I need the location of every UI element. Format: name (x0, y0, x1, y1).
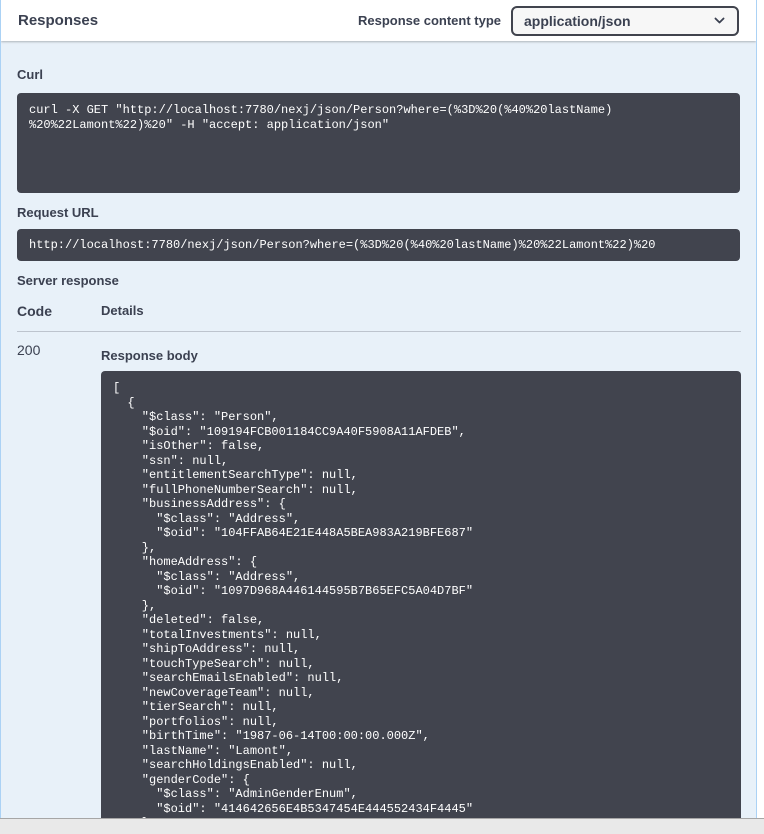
response-content-type-select[interactable]: application/json (511, 6, 739, 36)
code-column-header: Code (17, 303, 101, 319)
response-code: 200 (17, 332, 101, 818)
content-type-control: Response content type application/json (358, 6, 739, 36)
responses-content: Curl curl -X GET "http://localhost:7780/… (1, 41, 756, 818)
details-column-header: Details (101, 303, 741, 319)
curl-command-box: curl -X GET "http://localhost:7780/nexj/… (17, 93, 740, 193)
response-body-label: Response body (101, 348, 741, 363)
content-type-label: Response content type (358, 13, 501, 28)
chevron-down-icon (713, 14, 726, 27)
server-response-table: Code Details 200 Response body [ { "$cla… (17, 303, 740, 818)
responses-opblock: Responses Response content type applicat… (0, 0, 757, 818)
responses-section-header: Responses Response content type applicat… (1, 0, 756, 41)
responses-title: Responses (18, 12, 98, 29)
request-url-label: Request URL (17, 205, 740, 221)
content-type-selected-value: application/json (524, 13, 631, 29)
server-response-title: Server response (17, 273, 740, 289)
request-url-box: http://localhost:7780/nexj/json/Person?w… (17, 229, 740, 261)
curl-command-text: curl -X GET "http://localhost:7780/nexj/… (29, 103, 728, 133)
bottom-strip (0, 818, 764, 834)
curl-label: Curl (17, 67, 740, 83)
swagger-responses-page: Responses Response content type applicat… (0, 0, 764, 834)
response-details-cell: Response body [ { "$class": "Person", "$… (101, 332, 741, 818)
request-url-text: http://localhost:7780/nexj/json/Person?w… (29, 239, 728, 251)
response-body-box: [ { "$class": "Person", "$oid": "109194F… (101, 371, 741, 818)
response-body-text: [ { "$class": "Person", "$oid": "109194F… (113, 381, 729, 818)
